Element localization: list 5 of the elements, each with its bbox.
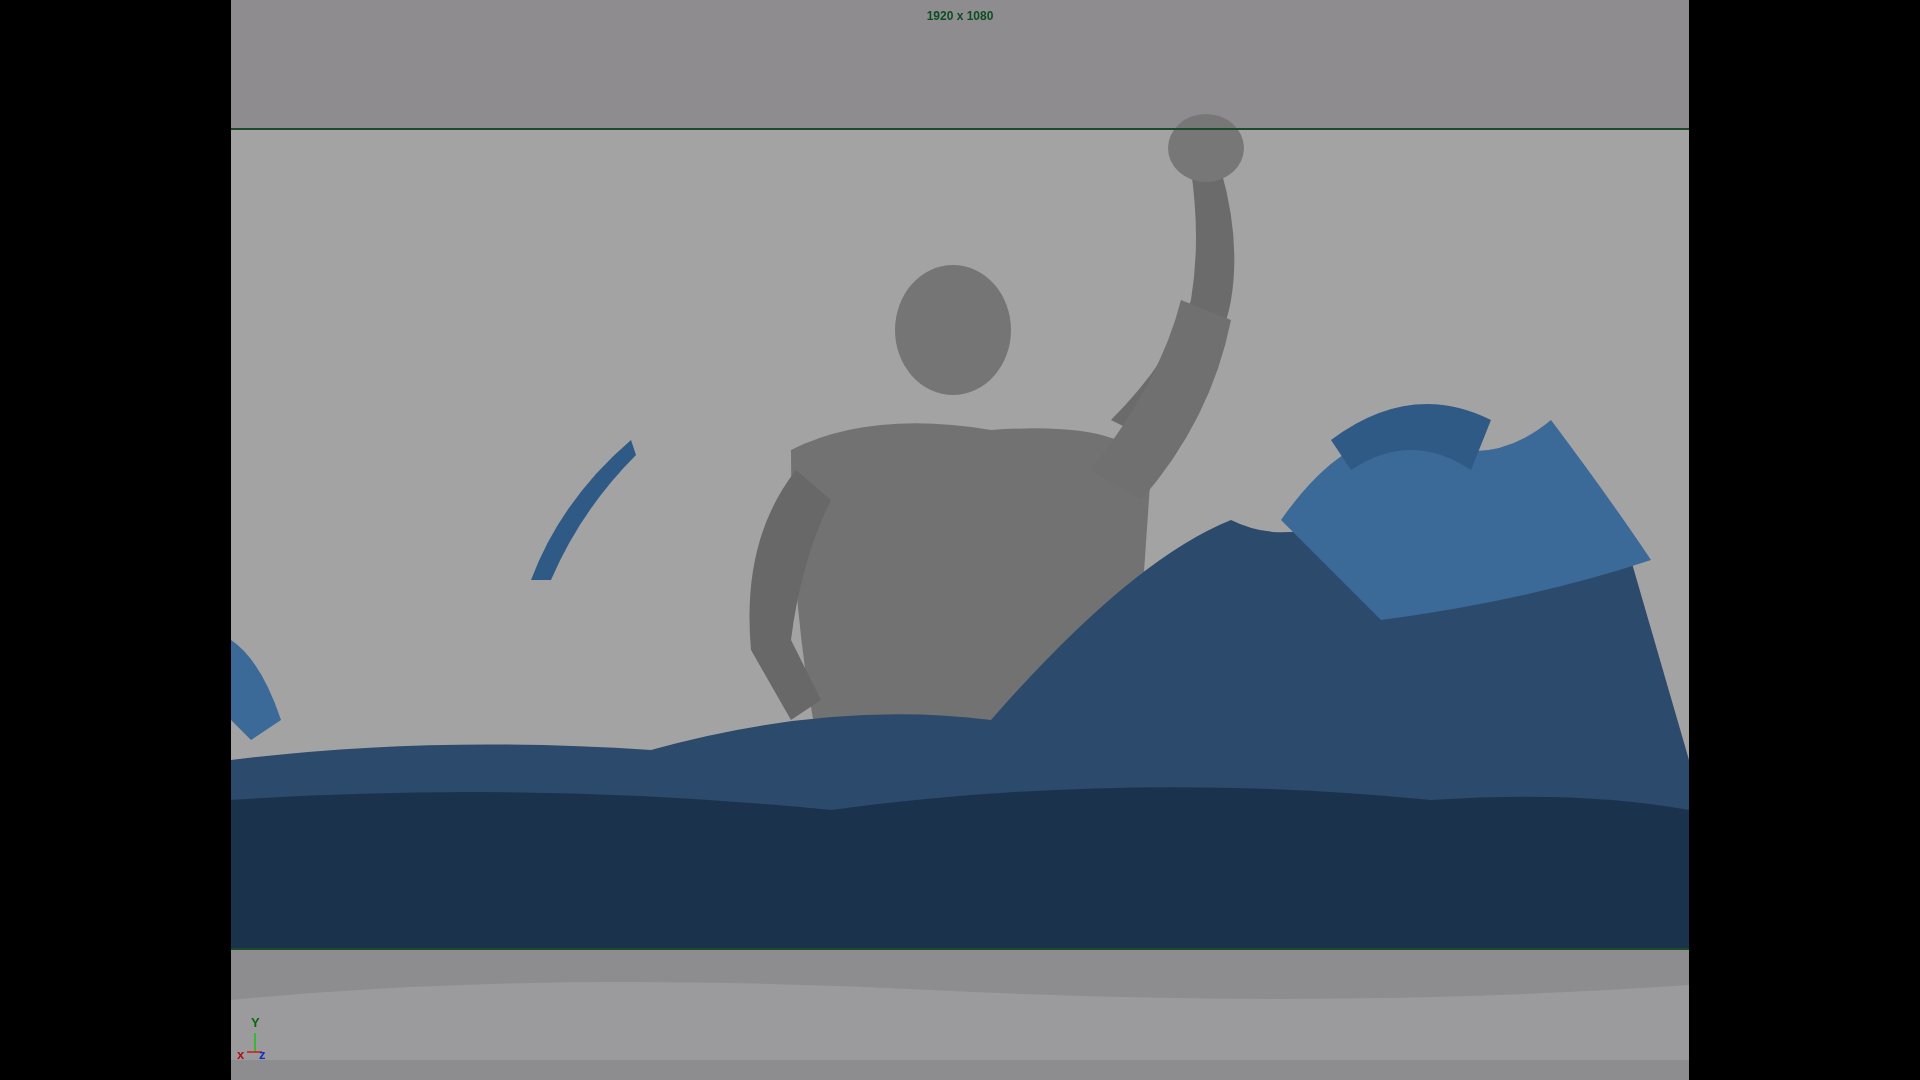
- axis-label: z: [259, 1048, 266, 1062]
- resolution-label: 1920 x 1080: [926, 9, 994, 23]
- axis-label: Y: [251, 1016, 260, 1030]
- axis-label: x: [237, 1048, 245, 1062]
- axis-icon: [247, 1032, 263, 1054]
